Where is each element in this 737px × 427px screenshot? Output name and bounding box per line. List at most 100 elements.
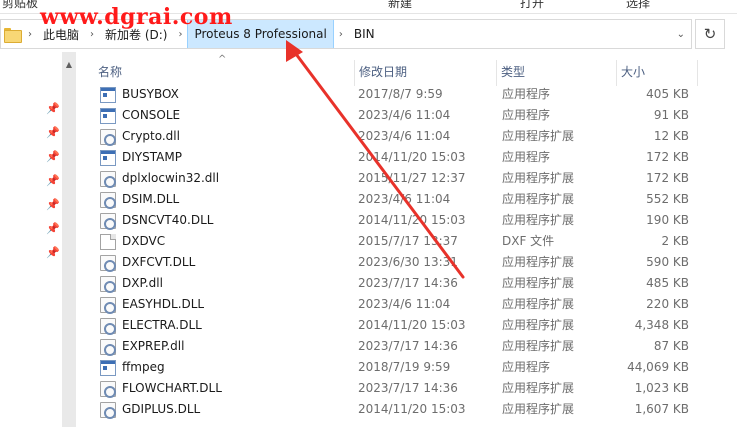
file-name: DXFCVT.DLL (122, 255, 196, 269)
file-row[interactable]: DSIM.DLL 2023/4/6 11:04 应用程序扩展 552 KB (96, 189, 696, 210)
file-name-cell: dplxlocwin32.dll (100, 168, 355, 189)
column-name[interactable]: 名称 (94, 60, 354, 86)
file-size: 44,069 KB (627, 360, 689, 374)
folder-icon (4, 27, 22, 43)
refresh-button[interactable]: ↻ (695, 19, 725, 49)
file-size: 485 KB (646, 276, 689, 290)
file-row[interactable]: BUSYBOX 2017/8/7 9:59 应用程序 405 KB (96, 84, 696, 105)
file-row[interactable]: EXPREP.dll 2023/7/17 14:36 应用程序扩展 87 KB (96, 336, 696, 357)
file-row[interactable]: dplxlocwin32.dll 2015/11/27 12:37 应用程序扩展 17… (96, 168, 696, 189)
file-row[interactable]: DXFCVT.DLL 2023/6/30 13:31 应用程序扩展 590 KB (96, 252, 696, 273)
file-icon (100, 233, 116, 250)
dll-icon (100, 296, 116, 314)
file-type: 应用程序扩展 (502, 318, 575, 332)
file-row[interactable]: ffmpeg 2018/7/19 9:59 应用程序 44,069 KB (96, 357, 696, 378)
file-name-cell: DSIM.DLL (100, 189, 355, 210)
file-date: 2014/11/20 15:03 (358, 318, 466, 332)
pin-icon[interactable]: 📌 (46, 223, 60, 235)
pin-icon[interactable]: 📌 (46, 151, 60, 163)
file-type: 应用程序扩展 (502, 129, 575, 143)
file-date: 2023/4/6 11:04 (358, 108, 451, 122)
file-type: 应用程序扩展 (502, 255, 575, 269)
ribbon-open-label[interactable]: 打开 (520, 0, 544, 11)
navigation-pane: 📌 📌 📌 📌 📌 📌 📌 (0, 52, 62, 427)
file-size: 2 KB (661, 234, 689, 248)
file-size: 87 KB (653, 339, 689, 353)
ribbon-select-label[interactable]: 选择 (626, 0, 650, 11)
file-date: 2023/6/30 13:31 (358, 255, 458, 269)
file-type: 应用程序扩展 (502, 171, 575, 185)
exe-icon (100, 149, 116, 166)
column-date[interactable]: 修改日期 (355, 60, 496, 86)
file-date: 2023/7/17 14:36 (358, 276, 458, 290)
file-name: dplxlocwin32.dll (122, 171, 220, 185)
file-size: 1,607 KB (634, 402, 689, 416)
exe-icon (100, 359, 116, 376)
file-row[interactable]: Crypto.dll 2023/4/6 11:04 应用程序扩展 12 KB (96, 126, 696, 147)
file-name: DSNCVT40.DLL (122, 213, 214, 227)
file-name-cell: ffmpeg (100, 357, 355, 378)
file-row[interactable]: DXP.dll 2023/7/17 14:36 应用程序扩展 485 KB (96, 273, 696, 294)
file-type: 应用程序 (502, 108, 551, 122)
column-header: 名称 修改日期 类型 大小 (76, 60, 737, 86)
file-date: 2023/4/6 11:04 (358, 129, 451, 143)
file-name: DXDVC (122, 234, 166, 248)
pin-icon[interactable]: 📌 (46, 199, 60, 211)
ribbon-clipboard-label[interactable]: 剪贴板 (2, 0, 38, 11)
file-row[interactable]: DXDVC 2015/7/17 13:37 DXF 文件 2 KB (96, 231, 696, 252)
column-divider[interactable] (697, 60, 698, 86)
file-name: FLOWCHART.DLL (122, 381, 222, 395)
file-row[interactable]: CONSOLE 2023/4/6 11:04 应用程序 91 KB (96, 105, 696, 126)
chevron-right-icon[interactable]: › (334, 29, 348, 40)
column-size[interactable]: 大小 (617, 60, 697, 86)
pin-icon[interactable]: 📌 (46, 175, 60, 187)
breadcrumb-bin[interactable]: BIN (348, 20, 381, 48)
file-name-cell: DXDVC (100, 231, 355, 252)
nav-scrollbar[interactable]: ▲ (62, 52, 76, 427)
file-row[interactable]: GDIPLUS.DLL 2014/11/20 15:03 应用程序扩展 1,607 K… (96, 399, 696, 420)
dll-icon (100, 170, 116, 188)
file-size: 405 KB (646, 87, 689, 101)
file-type: 应用程序扩展 (502, 276, 575, 290)
file-type: 应用程序 (502, 360, 551, 374)
ribbon-new-label[interactable]: 新建 (388, 0, 412, 11)
chevron-right-icon[interactable]: › (23, 29, 37, 40)
file-size: 552 KB (646, 192, 689, 206)
chevron-right-icon[interactable]: › (173, 29, 187, 40)
file-type: 应用程序 (502, 87, 551, 101)
file-date: 2023/4/6 11:04 (358, 192, 451, 206)
dll-icon (100, 401, 116, 419)
file-name: GDIPLUS.DLL (122, 402, 201, 416)
pin-icon[interactable]: 📌 (46, 247, 60, 259)
file-row[interactable]: DIYSTAMP 2014/11/20 15:03 应用程序 172 KB (96, 147, 696, 168)
file-row[interactable]: ELECTRA.DLL 2014/11/20 15:03 应用程序扩展 4,348 K… (96, 315, 696, 336)
column-type[interactable]: 类型 (497, 60, 616, 86)
pin-icon[interactable]: 📌 (46, 103, 60, 115)
chevron-down-icon[interactable]: ⌄ (677, 20, 685, 48)
dll-icon (100, 254, 116, 272)
file-date: 2023/7/17 14:36 (358, 339, 458, 353)
chevron-right-icon[interactable]: › (85, 29, 99, 40)
file-size: 590 KB (646, 255, 689, 269)
file-name: ffmpeg (122, 360, 165, 374)
file-name-cell: EXPREP.dll (100, 336, 355, 357)
file-type: 应用程序扩展 (502, 402, 575, 416)
file-date: 2023/4/6 11:04 (358, 297, 451, 311)
file-size: 4,348 KB (634, 318, 689, 332)
file-size: 91 KB (653, 108, 689, 122)
file-size: 172 KB (646, 150, 689, 164)
scroll-up-icon[interactable]: ▲ (62, 60, 76, 69)
file-row[interactable]: FLOWCHART.DLL 2023/7/17 14:36 应用程序扩展 1,023 … (96, 378, 696, 399)
file-row[interactable]: EASYHDL.DLL 2023/4/6 11:04 应用程序扩展 220 KB (96, 294, 696, 315)
file-name: EXPREP.dll (122, 339, 185, 353)
file-name-cell: EASYHDL.DLL (100, 294, 355, 315)
file-type: 应用程序 (502, 150, 551, 164)
file-type: 应用程序扩展 (502, 297, 575, 311)
dll-icon (100, 212, 116, 230)
pin-icon[interactable]: 📌 (46, 127, 60, 139)
watermark: www.dgrai.com (40, 4, 233, 30)
file-row[interactable]: DSNCVT40.DLL 2014/11/20 15:03 应用程序扩展 190 KB (96, 210, 696, 231)
file-type: 应用程序扩展 (502, 213, 575, 227)
file-date: 2014/11/20 15:03 (358, 402, 466, 416)
file-list: ^ 名称 修改日期 类型 大小 BUSYBOX 2017/8/7 9:59 应用程序… (76, 52, 737, 427)
